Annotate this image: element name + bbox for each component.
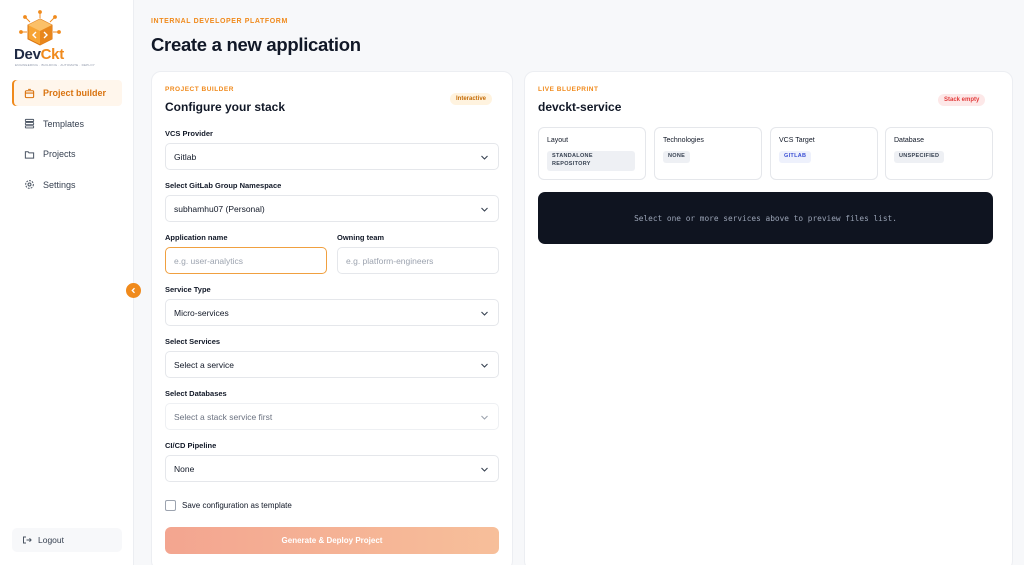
- logout-label: Logout: [38, 535, 64, 545]
- vcs-provider-select[interactable]: Gitlab: [165, 143, 499, 170]
- cicd-value: None: [174, 463, 195, 474]
- vcs-provider-label: VCS Provider: [165, 129, 213, 138]
- sidebar-item-label: Project builder: [43, 88, 107, 98]
- builder-eyebrow: PROJECT BUILDER: [165, 86, 234, 93]
- save-template-row: Save configuration as template: [165, 500, 292, 511]
- sidebar-item-templates[interactable]: Templates: [12, 111, 122, 137]
- interactive-badge: Interactive: [450, 93, 493, 105]
- save-template-checkbox[interactable]: [165, 500, 176, 511]
- file-preview-terminal: Select one or more services above to pre…: [538, 192, 993, 244]
- services-value: Select a service: [174, 359, 234, 370]
- vcs-target-tile: VCS Target GITLAB: [770, 127, 878, 180]
- logout-button[interactable]: Logout: [12, 528, 122, 552]
- chevron-down-icon: [481, 311, 488, 316]
- chevron-down-icon: [481, 415, 488, 420]
- services-label: Select Services: [165, 337, 221, 346]
- stack-empty-badge: Stack empty: [938, 94, 986, 106]
- tile-label: VCS Target: [779, 137, 815, 144]
- chevron-down-icon: [481, 467, 488, 472]
- chevron-left-icon: [131, 287, 135, 294]
- services-select[interactable]: Select a service: [165, 351, 499, 378]
- sidebar-item-label: Templates: [43, 118, 85, 129]
- folder-icon: [23, 148, 35, 160]
- chevron-down-icon: [481, 207, 488, 212]
- database-tile: Database UNSPECIFIED: [885, 127, 993, 180]
- logout-icon: [23, 536, 32, 544]
- sidebar-item-label: Settings: [43, 179, 76, 190]
- service-type-value: Micro-services: [174, 307, 229, 318]
- page-title: Create a new application: [151, 34, 361, 55]
- box-icon: [23, 87, 35, 99]
- cicd-label: CI/CD Pipeline: [165, 441, 217, 450]
- page-eyebrow: INTERNAL DEVELOPER PLATFORM: [151, 18, 288, 25]
- tile-tag: STANDALONE REPOSITORY: [547, 151, 635, 171]
- tile-label: Technologies: [663, 137, 704, 144]
- sidebar: DevCkt ENGINEERING · BUILDING · AUTOMATE…: [0, 0, 134, 565]
- collapse-sidebar-button[interactable]: [126, 283, 141, 298]
- blueprint-eyebrow: LIVE BLUEPRINT: [538, 86, 599, 93]
- cicd-select[interactable]: None: [165, 455, 499, 482]
- databases-select[interactable]: Select a stack service first: [165, 403, 499, 430]
- sidebar-item-label: Projects: [43, 149, 76, 159]
- builder-title: Configure your stack: [165, 100, 286, 114]
- app-name-label: Application name: [165, 233, 228, 242]
- databases-label: Select Databases: [165, 389, 227, 398]
- service-type-label: Service Type: [165, 285, 211, 294]
- namespace-value: subhamhu07 (Personal): [174, 203, 265, 214]
- brand-tagline: ENGINEERING · BUILDING · AUTOMATE · DEPL…: [15, 63, 95, 67]
- sidebar-item-project-builder[interactable]: Project builder: [12, 80, 122, 106]
- tile-label: Layout: [547, 137, 569, 144]
- gear-icon: [23, 179, 35, 191]
- tile-tag: NONE: [663, 151, 691, 163]
- tile-tag: GITLAB: [779, 151, 812, 163]
- list-icon: [23, 118, 35, 130]
- app-name-field[interactable]: [165, 247, 327, 274]
- owning-team-input[interactable]: [346, 255, 498, 266]
- app-name-input[interactable]: [174, 255, 326, 266]
- namespace-label: Select GitLab Group Namespace: [165, 181, 282, 190]
- sidebar-nav: Project builder Templates Projects Setti…: [12, 80, 122, 202]
- preview-message: Select one or more services above to pre…: [634, 213, 897, 223]
- layout-tile: Layout STANDALONE REPOSITORY: [538, 127, 646, 180]
- brand-name: DevCkt: [14, 46, 64, 63]
- namespace-select[interactable]: subhamhu07 (Personal): [165, 195, 499, 222]
- sidebar-item-projects[interactable]: Projects: [12, 141, 122, 167]
- chevron-down-icon: [481, 155, 488, 160]
- sidebar-item-settings[interactable]: Settings: [12, 172, 122, 198]
- vcs-provider-value: Gitlab: [174, 151, 197, 162]
- tile-label: Database: [894, 137, 924, 144]
- save-template-label: Save configuration as template: [182, 501, 292, 510]
- chevron-down-icon: [481, 363, 488, 368]
- databases-value: Select a stack service first: [174, 411, 273, 422]
- owning-team-label: Owning team: [337, 233, 385, 242]
- tile-tag: UNSPECIFIED: [894, 151, 945, 163]
- blueprint-title: devckt-service: [538, 100, 622, 114]
- service-type-select[interactable]: Micro-services: [165, 299, 499, 326]
- owning-team-field[interactable]: [337, 247, 499, 274]
- technologies-tile: Technologies NONE: [654, 127, 762, 180]
- generate-deploy-button[interactable]: Generate & Deploy Project: [165, 527, 499, 554]
